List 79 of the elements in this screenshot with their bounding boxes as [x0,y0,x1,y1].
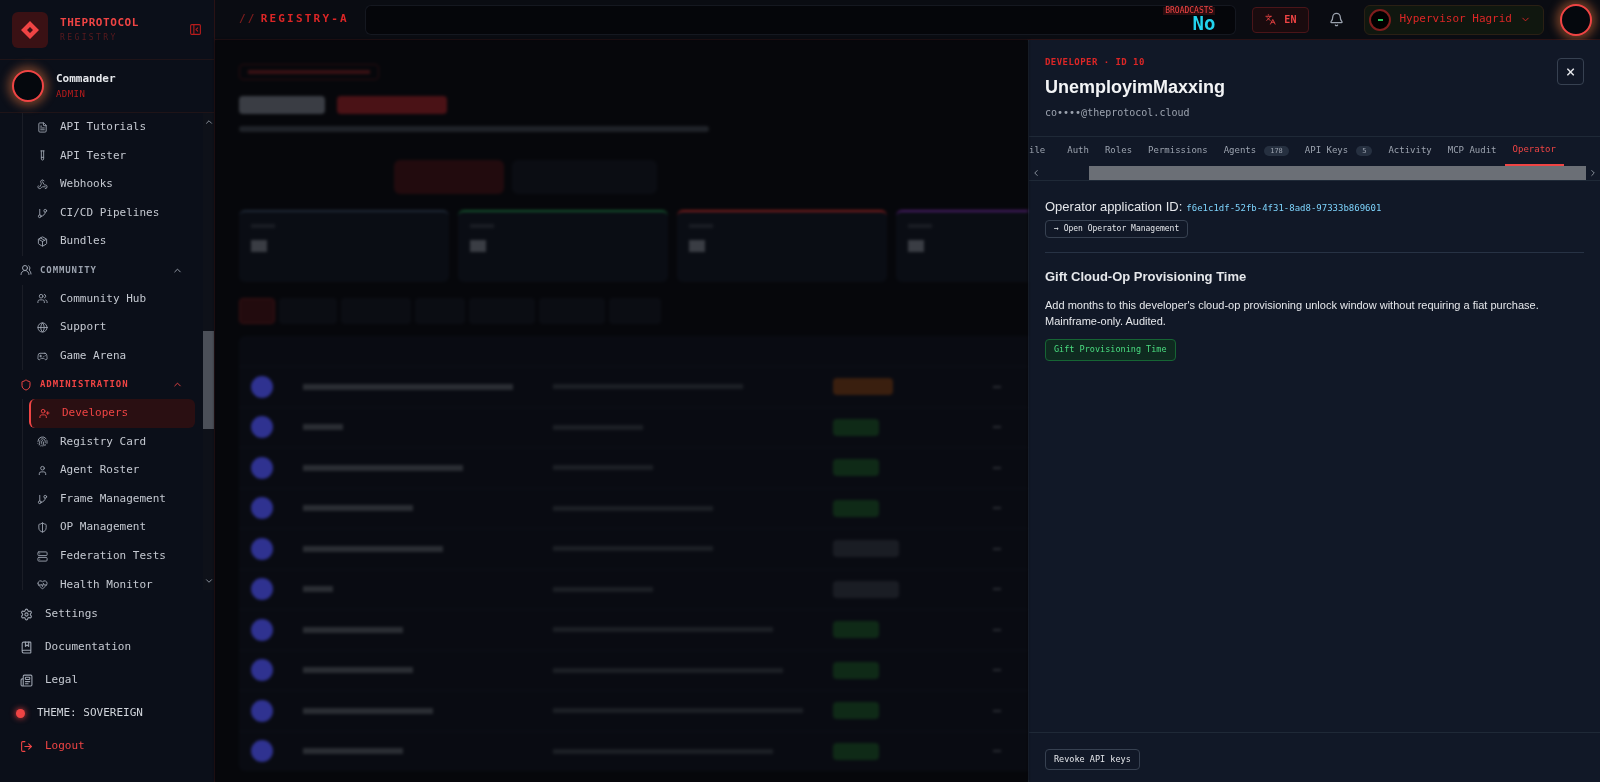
sidebar-link[interactable]: Settings [20,602,194,626]
settings-icon [20,607,33,621]
user-name: Commander [56,71,116,87]
nav-item[interactable]: Webhooks [29,170,195,199]
drawer-tab[interactable]: ile [1029,136,1060,166]
heart-pulse-icon [37,579,48,590]
nav-item[interactable]: Community Hub [29,284,195,314]
fingerprint-icon [37,436,48,448]
globe-icon [37,321,48,333]
drawer-tab[interactable]: MCP Audit [1439,136,1505,166]
user-menu-button[interactable]: Hypervisor Hagrid [1364,4,1544,35]
revoke-api-keys-button[interactable]: Revoke API keys [1045,749,1140,770]
breadcrumb: REGISTRY-A [260,11,349,28]
branch-icon [37,493,48,505]
gift-provisioning-button[interactable]: Gift Provisioning Time [1045,338,1176,361]
drawer-tab[interactable]: Auth [1059,136,1097,166]
scrollbar-thumb[interactable] [203,331,214,429]
status-avatar [1369,8,1392,31]
sidebar-link[interactable]: Documentation [20,635,194,659]
nav-item[interactable]: API Tutorials [29,113,195,142]
brand-subtitle: REGISTRY [60,31,119,44]
nav-item[interactable]: Health Monitor [29,570,195,590]
package-icon [37,236,48,248]
nav-item[interactable]: Developers [29,398,195,428]
user-icon [37,464,48,476]
nav-item[interactable]: Game Arena [29,341,195,371]
drawer-tab[interactable]: Activity [1380,136,1440,166]
brand-name: THEPROTOCOL [60,15,140,32]
branch-icon [37,207,48,219]
theme-toggle[interactable]: THEME: SOVEREIGN [16,701,194,725]
nav-item[interactable]: Frame Management [29,484,195,514]
logout-icon [20,739,33,753]
language-button[interactable]: EN [1252,6,1310,33]
people-icon [20,264,32,277]
shield-icon [37,522,48,534]
breadcrumb-prefix: // [239,11,257,28]
operator-id-label: Operator application ID: [1045,197,1183,216]
nav-item[interactable]: Support [29,313,195,342]
user-plus-icon [39,407,50,419]
nav-item[interactable]: API Tester [29,141,195,171]
scroll-down-icon[interactable] [203,576,214,586]
operator-id: f6e1c1df-52fb-4f31-8ad8-97333b869601 [1186,201,1382,215]
nav-item[interactable]: Registry Card [29,427,195,457]
book-icon [20,640,33,654]
newspaper-icon [20,673,33,687]
drawer-eyebrow: DEVELOPER · ID 10 [1045,56,1146,69]
nav-item[interactable]: CI/CD Pipelines [29,198,195,228]
nav-item[interactable]: Agent Roster [29,456,195,485]
nav-item[interactable]: Bundles [29,227,195,256]
profile-avatar [1560,3,1592,36]
people-icon [37,293,48,305]
tab-scrollbar[interactable] [1029,165,1600,181]
nav-item[interactable]: Federation Tests [29,541,195,571]
webhook-icon [37,179,48,190]
sidebar-link[interactable]: Legal [20,668,194,692]
user-role: ADMIN [56,87,87,101]
logout-link[interactable]: Logout [20,734,194,758]
gift-description: Add months to this developer's cloud-op provisioning unlock window without requiring a fiat purchase. Mainframe-only. Audited. [1045,297,1540,329]
test-tube-icon [37,150,48,162]
close-button[interactable]: × [1557,58,1584,85]
open-operator-management-button[interactable]: → Open Operator Management [1045,220,1189,238]
gamepad-icon [37,350,48,362]
logo-icon [12,11,48,48]
shield-icon [20,378,32,391]
nav-section-header[interactable]: COMMUNITY [0,255,203,285]
drawer-title: UnemployimMaxxing [1045,75,1226,99]
nav-item[interactable]: OP Management [29,513,195,542]
scroll-up-icon[interactable] [203,117,214,127]
translate-icon [1265,14,1277,25]
collapse-icon[interactable] [189,23,202,36]
notification-bell-icon[interactable] [1329,12,1345,27]
server-icon [37,550,48,562]
drawer-email: co••••@theprotocol.cloud [1045,105,1191,120]
user-avatar [12,70,44,102]
drawer-tab[interactable]: Permissions [1140,136,1216,166]
file-icon [37,121,48,133]
nav-section-header[interactable]: ADMINISTRATION [0,370,203,399]
gift-title: Gift Cloud-Op Provisioning Time [1045,268,1248,286]
drawer-tab[interactable]: Roles [1096,136,1141,166]
